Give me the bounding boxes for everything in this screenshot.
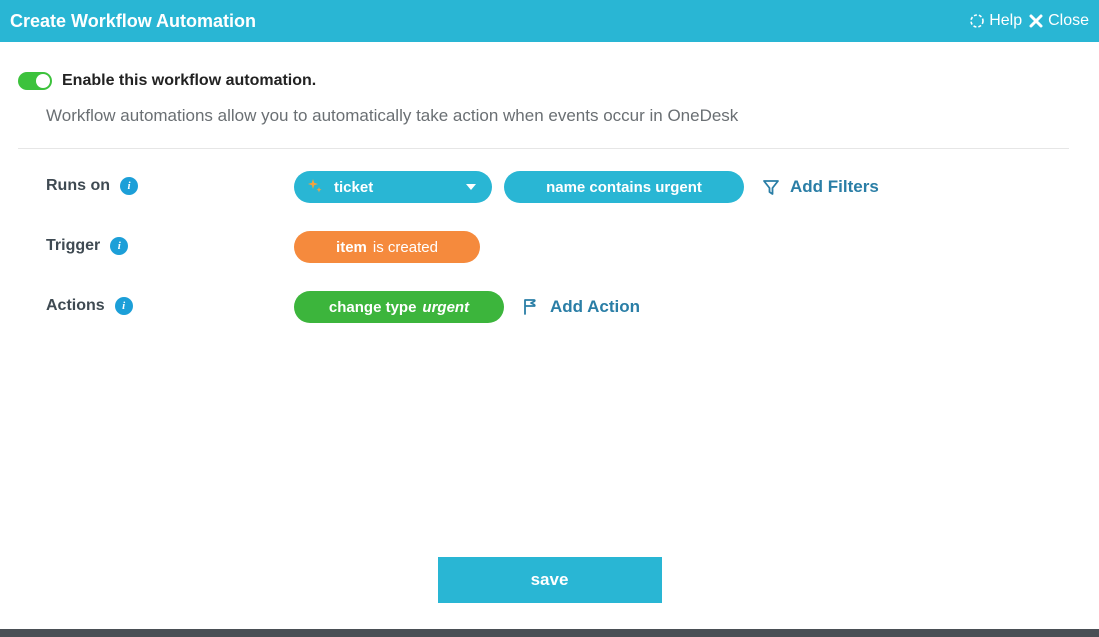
info-icon[interactable]: i bbox=[115, 297, 133, 315]
trigger-row: Trigger i item is created bbox=[18, 231, 1069, 263]
description-text: Workflow automations allow you to automa… bbox=[46, 106, 1069, 126]
help-label: Help bbox=[989, 12, 1022, 30]
info-icon[interactable]: i bbox=[120, 177, 138, 195]
runs-on-type-select[interactable]: ticket bbox=[294, 171, 492, 203]
save-label: save bbox=[531, 570, 569, 590]
divider bbox=[18, 148, 1069, 149]
filter-icon bbox=[762, 178, 780, 196]
action-value: urgent bbox=[422, 299, 469, 316]
actions-content: change type urgent Add Action bbox=[294, 291, 640, 323]
chevron-down-icon bbox=[466, 184, 476, 190]
runs-on-filter-pill[interactable]: name contains urgent bbox=[504, 171, 744, 203]
enable-label: Enable this workflow automation. bbox=[62, 72, 316, 90]
save-button[interactable]: save bbox=[438, 557, 662, 603]
trigger-content: item is created bbox=[294, 231, 480, 263]
runs-on-row: Runs on i ticket name contains urgent bbox=[18, 171, 1069, 203]
add-filters-button[interactable]: Add Filters bbox=[762, 177, 879, 197]
runs-on-filter-text: name contains urgent bbox=[546, 179, 702, 196]
header-actions: Help Close bbox=[969, 12, 1089, 30]
trigger-label-group: Trigger i bbox=[46, 231, 294, 255]
add-action-label: Add Action bbox=[550, 297, 640, 317]
trigger-event: is created bbox=[373, 239, 438, 256]
close-button[interactable]: Close bbox=[1028, 12, 1089, 30]
trigger-pill[interactable]: item is created bbox=[294, 231, 480, 263]
actions-label: Actions bbox=[46, 297, 105, 315]
close-icon bbox=[1028, 13, 1044, 29]
help-icon bbox=[969, 13, 985, 29]
modal-body: Enable this workflow automation. Workflo… bbox=[0, 42, 1099, 323]
runs-on-type-value: ticket bbox=[334, 179, 373, 196]
add-filters-label: Add Filters bbox=[790, 177, 879, 197]
modal-header: Create Workflow Automation Help Close bbox=[0, 0, 1099, 42]
help-button[interactable]: Help bbox=[969, 12, 1022, 30]
add-action-button[interactable]: Add Action bbox=[522, 297, 640, 317]
runs-on-label: Runs on bbox=[46, 177, 110, 195]
action-pill[interactable]: change type urgent bbox=[294, 291, 504, 323]
sparkle-icon bbox=[306, 178, 324, 196]
enable-row: Enable this workflow automation. bbox=[18, 72, 1069, 90]
actions-row: Actions i change type urgent Add Action bbox=[18, 291, 1069, 323]
trigger-label: Trigger bbox=[46, 237, 100, 255]
enable-toggle[interactable] bbox=[18, 72, 52, 90]
close-label: Close bbox=[1048, 12, 1089, 30]
flag-icon bbox=[522, 298, 540, 316]
runs-on-content: ticket name contains urgent Add Filters bbox=[294, 171, 879, 203]
info-icon[interactable]: i bbox=[110, 237, 128, 255]
modal-title: Create Workflow Automation bbox=[10, 11, 256, 32]
trigger-subject: item bbox=[336, 239, 367, 256]
actions-label-group: Actions i bbox=[46, 291, 294, 315]
bottom-bar bbox=[0, 629, 1099, 637]
runs-on-label-group: Runs on i bbox=[46, 171, 294, 195]
action-verb: change type bbox=[329, 299, 417, 316]
